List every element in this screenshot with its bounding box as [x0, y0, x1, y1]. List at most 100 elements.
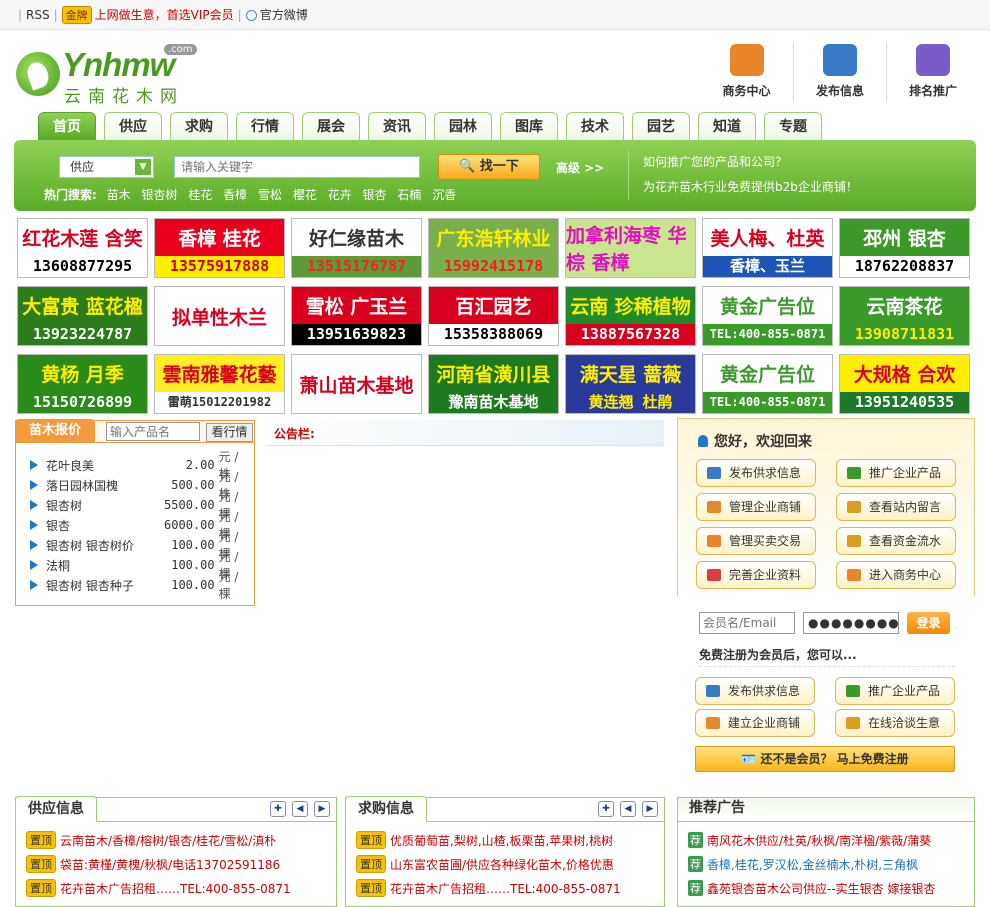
list-item-text[interactable]: 云南苗木/香樟/榕树/银杏/桂花/雪松/滇朴: [60, 832, 276, 849]
hot-word[interactable]: 雪松: [258, 188, 282, 202]
view-market-button[interactable]: 看行情: [206, 423, 253, 442]
tab-home[interactable]: 首页: [38, 112, 96, 141]
hot-word[interactable]: 香樟: [223, 188, 247, 202]
site-logo[interactable]: Ynhmw .com 云南花木网: [14, 44, 199, 107]
banner-ad[interactable]: 百汇园艺 15358388069: [428, 286, 559, 346]
tab-gallery[interactable]: 图库: [500, 112, 558, 141]
price-row[interactable]: 银杏树 银杏种子 100.00 元 / 棵: [30, 570, 254, 601]
user-action-button[interactable]: 推广企业产品: [836, 459, 956, 487]
user-action-button[interactable]: 发布供求信息: [696, 459, 816, 487]
banner-ad[interactable]: 雲南雅馨花藝 雷萌15012201982: [154, 354, 285, 414]
list-item-text[interactable]: 南风花木供应/杜英/秋枫/南洋楹/紫薇/蒲葵: [707, 832, 931, 849]
price-box-title[interactable]: 苗木报价: [15, 419, 95, 443]
banner-ad[interactable]: 广东浩轩林业 15992415178: [428, 218, 559, 278]
guest-action-button[interactable]: 在线洽谈生意: [835, 709, 955, 737]
next-icon[interactable]: ▶: [642, 801, 658, 817]
banner-ad[interactable]: 拟单性木兰: [154, 286, 285, 346]
list-item-text[interactable]: 优质葡萄苗,梨树,山楂,板栗苗,苹果树,桃树: [390, 832, 613, 849]
list-item[interactable]: 荐鑫苑银杏苗木公司供应--实生银杏 嫁接银杏: [688, 876, 974, 900]
banner-ad[interactable]: 香樟 桂花 13575917888: [154, 218, 285, 278]
free-register-button[interactable]: 🪪 还不是会员？ 马上免费注册: [695, 746, 955, 772]
login-button[interactable]: 登录: [907, 612, 950, 634]
search-input[interactable]: [174, 156, 420, 178]
hot-word[interactable]: 沉香: [432, 188, 456, 202]
list-item[interactable]: 荐香樟,桂花,罗汉松,金丝楠木,朴树,三角枫: [688, 852, 974, 876]
tab-topics[interactable]: 专题: [764, 112, 822, 141]
business-center-link[interactable]: 商务中心: [700, 42, 793, 102]
plus-icon[interactable]: ✚: [598, 801, 614, 817]
vip-link[interactable]: 上网做生意，首选VIP会员: [95, 6, 234, 23]
price-item-name[interactable]: 花叶良美: [46, 457, 155, 474]
user-action-button[interactable]: 管理企业商铺: [696, 493, 816, 521]
hot-word[interactable]: 樱花: [293, 188, 317, 202]
user-action-button[interactable]: 进入商务中心: [836, 561, 956, 589]
tab-buy[interactable]: 求购: [170, 112, 228, 141]
price-item-name[interactable]: 落日园林国槐: [46, 477, 155, 494]
tab-news[interactable]: 资讯: [368, 112, 426, 141]
banner-ad[interactable]: 满天星 蔷薇 黄连翘 杜鹃: [565, 354, 696, 414]
list-item-text[interactable]: 花卉苗木广告招租……TEL:400-855-0871: [390, 880, 621, 897]
banner-ad[interactable]: 雪松 广玉兰 13951639823: [291, 286, 422, 346]
list-item-text[interactable]: 山东富农苗圃/供应各种绿化苗木,价格优惠: [390, 856, 614, 873]
list-item[interactable]: 置顶 山东富农苗圃/供应各种绿化苗木,价格优惠: [356, 852, 664, 876]
banner-ad[interactable]: 萧山苗木基地: [291, 354, 422, 414]
list-item[interactable]: 置顶 花卉苗木广告招租……TEL:400-855-0871: [356, 876, 664, 900]
user-action-button[interactable]: 完善企业资料: [696, 561, 816, 589]
hot-word[interactable]: 苗木: [107, 188, 131, 202]
next-icon[interactable]: ▶: [314, 801, 330, 817]
user-action-button[interactable]: 管理买卖交易: [696, 527, 816, 555]
hot-word[interactable]: 花卉: [328, 188, 352, 202]
list-item[interactable]: 置顶 袋苗:黄槿/黄槐/秋枫/电话13702591186: [26, 852, 336, 876]
banner-ad[interactable]: 美人梅、杜英 香樟、玉兰: [702, 218, 833, 278]
plus-icon[interactable]: ✚: [270, 801, 286, 817]
banner-ad[interactable]: 大富贵 蓝花楹 13923224787: [17, 286, 148, 346]
supply-info-title[interactable]: 供应信息: [15, 796, 97, 822]
tab-garden[interactable]: 园林: [434, 112, 492, 141]
list-item-text[interactable]: 鑫苑银杏苗木公司供应--实生银杏 嫁接银杏: [707, 880, 935, 897]
password-input[interactable]: ●●●●●●●●: [803, 612, 899, 634]
banner-ad[interactable]: 黄金广告位 TEL:400-855-0871: [702, 286, 833, 346]
publish-info-link[interactable]: 发布信息: [793, 42, 886, 102]
prev-icon[interactable]: ◀: [292, 801, 308, 817]
price-item-name[interactable]: 银杏树: [46, 497, 155, 514]
hot-word[interactable]: 石楠: [397, 188, 421, 202]
banner-ad[interactable]: 黄杨 月季 15150726899: [17, 354, 148, 414]
rss-link[interactable]: RSS: [26, 8, 50, 22]
tab-market[interactable]: 行情: [236, 112, 294, 141]
prev-icon[interactable]: ◀: [620, 801, 636, 817]
list-item-text[interactable]: 袋苗:黄槿/黄槐/秋枫/电话13702591186: [60, 856, 280, 873]
banner-ad[interactable]: 云南 珍稀植物 13887567328: [565, 286, 696, 346]
ranking-promo-link[interactable]: 排名推广: [886, 42, 979, 102]
hot-word[interactable]: 桂花: [188, 188, 212, 202]
promo-question[interactable]: 如何推广您的产品和公司？: [643, 150, 858, 175]
list-item-text[interactable]: 香樟,桂花,罗汉松,金丝楠木,朴树,三角枫: [707, 856, 918, 873]
tab-tech[interactable]: 技术: [566, 112, 624, 141]
list-item[interactable]: 置顶 云南苗木/香樟/榕树/银杏/桂花/雪松/滇朴: [26, 828, 336, 852]
banner-ad[interactable]: 红花木莲 含笑 13608877295: [17, 218, 148, 278]
search-type-select[interactable]: 供应 ▼: [59, 156, 154, 178]
banner-ad[interactable]: 大规格 合欢 13951240535: [839, 354, 970, 414]
user-action-button[interactable]: 查看站内留言: [836, 493, 956, 521]
tab-qa[interactable]: 知道: [698, 112, 756, 141]
guest-action-button[interactable]: 推广企业产品: [835, 677, 955, 705]
buy-info-title[interactable]: 求购信息: [345, 796, 427, 822]
promo-answer[interactable]: 为花卉苗木行业免费提供b2b企业商铺！: [643, 175, 858, 200]
user-action-button[interactable]: 查看资金流水: [836, 527, 956, 555]
username-input[interactable]: [699, 612, 795, 634]
product-name-input[interactable]: [106, 422, 200, 441]
banner-ad[interactable]: 加拿利海枣 华棕 香樟: [565, 218, 696, 278]
guest-action-button[interactable]: 发布供求信息: [695, 677, 815, 705]
tab-expo[interactable]: 展会: [302, 112, 360, 141]
list-item[interactable]: 置顶 花卉苗木广告招租……TEL:400-855-0871: [26, 876, 336, 900]
price-item-name[interactable]: 银杏树 银杏树价: [46, 537, 155, 554]
list-item-text[interactable]: 花卉苗木广告招租……TEL:400-855-0871: [60, 880, 291, 897]
banner-ad[interactable]: 邳州 银杏 18762208837: [839, 218, 970, 278]
list-item[interactable]: 置顶 优质葡萄苗,梨树,山楂,板栗苗,苹果树,桃树: [356, 828, 664, 852]
guest-action-button[interactable]: 建立企业商铺: [695, 709, 815, 737]
hot-word[interactable]: 银杏树: [141, 188, 177, 202]
list-item[interactable]: 荐南风花木供应/杜英/秋枫/南洋楹/紫薇/蒲葵: [688, 828, 974, 852]
banner-ad[interactable]: 好仁缘苗木 13515176787: [291, 218, 422, 278]
tab-horticulture[interactable]: 园艺: [632, 112, 690, 141]
banner-ad[interactable]: 黄金广告位 TEL:400-855-0871: [702, 354, 833, 414]
price-item-name[interactable]: 法桐: [46, 557, 155, 574]
